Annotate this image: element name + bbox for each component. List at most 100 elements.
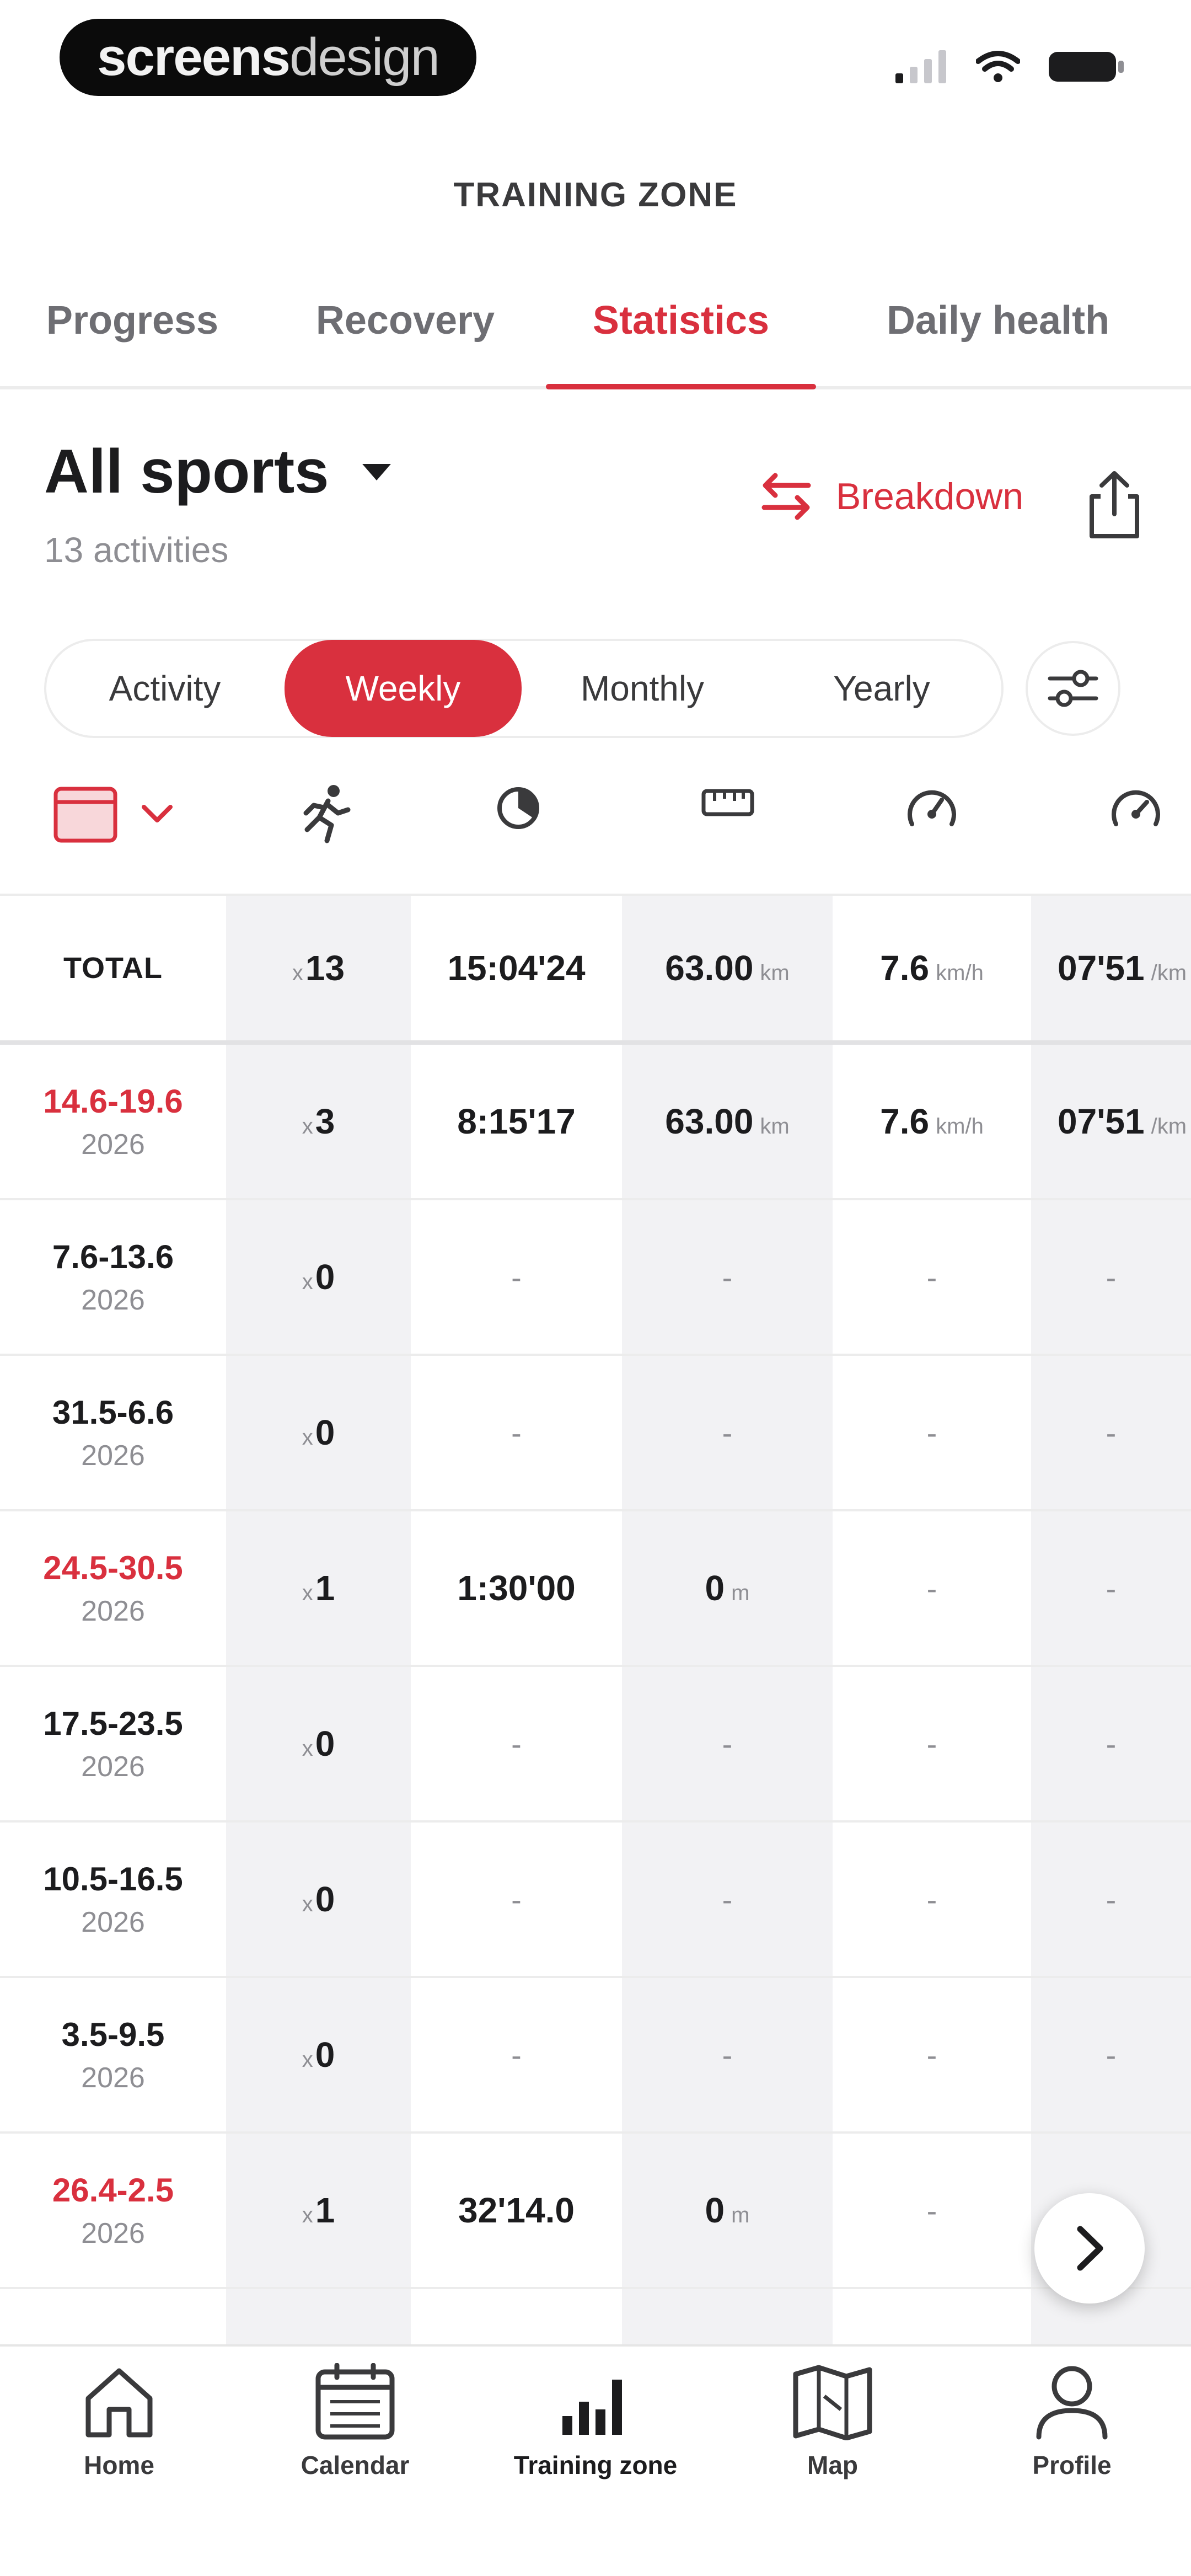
cell-distance: - <box>722 1882 733 1917</box>
cell-distance: 0m <box>705 1568 750 1608</box>
profile-icon <box>1036 2366 1108 2440</box>
cell-duration: 32'14.0 <box>458 2190 575 2230</box>
statistics-table[interactable]: TOTAL x 13 15:04'24 63.00 km 7.6 km/h 07'51… <box>0 894 1191 2344</box>
filter-button[interactable] <box>1026 641 1120 736</box>
status-icons <box>895 50 1125 84</box>
cell-distance: - <box>722 1415 733 1450</box>
distance-icon <box>701 789 754 816</box>
total-count: x 13 <box>292 948 345 988</box>
cell-speed: 7.6 km/h <box>880 1102 984 1141</box>
period-monthly[interactable]: Monthly <box>524 641 761 736</box>
cell-week-range: 7.6-13.6 2026 <box>0 1200 226 1354</box>
chevron-down-icon <box>142 805 173 822</box>
breakdown-button[interactable]: Breakdown <box>759 469 1023 524</box>
chevron-right-icon <box>1077 2226 1103 2271</box>
table-row[interactable]: 3.5-9.5 2026 x 0 - - - - <box>0 1978 1191 2134</box>
cell-week-range: 17.5-23.5 2026 <box>0 1667 226 1820</box>
table-row[interactable]: 14.6-19.6 2026 x 3 8:15'17 63.00 km 7.6 km/h 07'5… <box>0 1045 1191 1200</box>
week-year: 2026 <box>81 1906 145 1938</box>
brand-logo: screensdesign <box>60 19 476 96</box>
table-row[interactable]: 24.5-30.5 2026 x 1 1:30'00 0 m - - <box>0 1511 1191 1667</box>
map-icon <box>793 2365 872 2440</box>
cell-distance: - <box>722 1726 733 1761</box>
period-weekly[interactable]: Weekly <box>285 640 522 737</box>
sport-title: All sports <box>44 437 329 506</box>
scroll-right-button[interactable] <box>1034 2193 1145 2304</box>
period-segment: Activity Weekly Monthly Yearly <box>44 639 1004 738</box>
total-pace: 07'51/km <box>1058 948 1187 988</box>
tab-recovery[interactable]: Recovery <box>298 287 513 386</box>
table-row[interactable]: 7.6-13.6 2026 x 0 - - - - <box>0 1200 1191 1356</box>
nav-training-zone[interactable]: Training zone <box>496 2363 695 2480</box>
column-speed <box>871 783 993 833</box>
cell-pace: 07'51/km <box>1058 1102 1187 1141</box>
table-row[interactable]: 10.5-16.5 2026 x 0 - - - - <box>0 1823 1191 1978</box>
cell-count: x1 <box>302 2190 335 2230</box>
cell-duration: - <box>511 1259 522 1295</box>
share-button[interactable] <box>1084 469 1145 541</box>
period-activity[interactable]: Activity <box>46 641 283 736</box>
date-column-selector[interactable] <box>44 783 182 844</box>
week-year: 2026 <box>81 1128 145 1161</box>
tab-statistics[interactable]: Statistics <box>546 287 816 389</box>
cell-pace: - <box>1106 1570 1117 1606</box>
activity-count: 13 activities <box>44 530 229 570</box>
total-distance: 63.00 km <box>665 948 790 988</box>
week-range: 24.5-30.5 <box>43 1549 183 1586</box>
screen-title: TRAINING ZONE <box>453 176 738 214</box>
nav-profile[interactable]: Profile <box>973 2363 1171 2480</box>
bottom-nav: Home Calendar Training zone Map Profile <box>0 2344 1191 2576</box>
signal-icon <box>895 50 946 83</box>
nav-calendar-label: Calendar <box>301 2451 410 2479</box>
sliders-icon <box>1048 670 1098 707</box>
nav-home[interactable]: Home <box>20 2363 218 2480</box>
cell-week-range: 31.5-6.6 2026 <box>0 1356 226 1509</box>
cell-distance: 0m <box>705 2190 750 2230</box>
table-row[interactable]: 31.5-6.6 2026 x 0 - - - - <box>0 1356 1191 1511</box>
nav-profile-label: Profile <box>1032 2451 1112 2479</box>
cell-week-range: 14.6-19.6 2026 <box>0 1045 226 1198</box>
tab-progress[interactable]: Progress <box>33 287 232 386</box>
week-year: 2026 <box>81 1439 145 1472</box>
sport-selector[interactable]: All sports <box>44 436 393 507</box>
table-row[interactable]: 26.4-2.52026x132'14.00m-- <box>0 2134 1191 2289</box>
cell-duration: - <box>511 1415 522 1450</box>
week-year: 2026 <box>81 2061 145 2094</box>
brand-text: screensdesign <box>97 28 440 87</box>
cell-duration: - <box>511 1726 522 1761</box>
cell-speed: - <box>926 1726 937 1761</box>
battery-icon <box>1049 52 1124 82</box>
home-icon <box>85 2368 153 2438</box>
cell-speed: - <box>926 2193 937 2228</box>
runner-icon <box>303 785 351 843</box>
cell-duration: 1:30'00 <box>457 1568 576 1608</box>
table-row[interactable]: 17.5-23.5 2026 x 0 - - - - <box>0 1667 1191 1823</box>
week-year: 2026 <box>81 2217 145 2249</box>
wifi-icon <box>976 51 1020 82</box>
cell-pace: - <box>1106 1882 1117 1917</box>
week-range: 7.6-13.6 <box>52 1238 174 1275</box>
cell-count: x3 <box>302 1102 335 1141</box>
cell-week-range: 24.5-30.5 2026 <box>0 1511 226 1665</box>
week-range: 31.5-6.6 <box>52 1393 174 1431</box>
tab-daily-health[interactable]: Daily health <box>849 287 1147 386</box>
cell-count: x0 <box>302 1879 335 1919</box>
nav-training-zone-label: Training zone <box>513 2451 678 2479</box>
bar-chart-icon <box>562 2380 622 2435</box>
nav-calendar[interactable]: Calendar <box>256 2363 454 2480</box>
period-yearly[interactable]: Yearly <box>763 641 1000 736</box>
week-range: 26.4-2.5 <box>52 2171 174 2209</box>
week-range: 3.5-9.5 <box>61 2016 165 2053</box>
cell-duration: - <box>511 2037 522 2072</box>
duration-icon <box>497 787 539 829</box>
cell-count: x0 <box>302 1257 335 1297</box>
nav-map[interactable]: Map <box>733 2363 932 2480</box>
column-distance <box>667 783 788 822</box>
cell-count: x0 <box>302 1724 335 1763</box>
cell-count: x0 <box>302 1413 335 1452</box>
cell-count: x1 <box>302 1568 335 1608</box>
cell-duration: 8:15'17 <box>457 1102 576 1141</box>
week-range: 17.5-23.5 <box>43 1704 183 1742</box>
status-bar: screensdesign <box>0 0 1191 127</box>
cell-week-range: 3.5-9.5 2026 <box>0 1978 226 2131</box>
